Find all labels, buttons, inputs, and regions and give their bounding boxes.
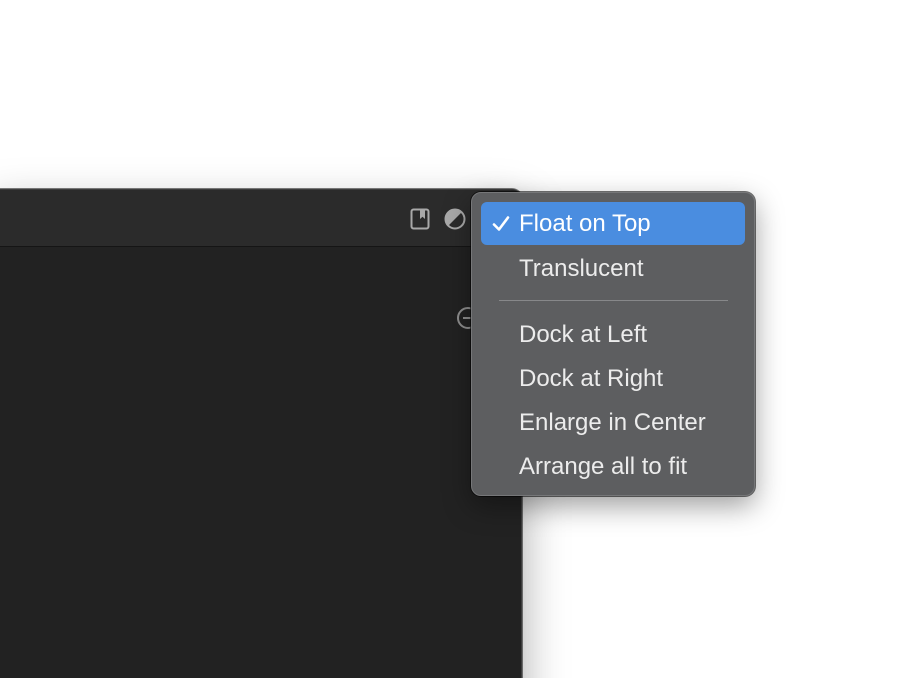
menu-item-label: Dock at Left — [519, 321, 648, 348]
menu-item-dock-left[interactable]: Dock at Left — [481, 313, 745, 356]
menu-item-label: Enlarge in Center — [519, 409, 706, 436]
menu-item-enlarge-center[interactable]: Enlarge in Center — [481, 401, 745, 444]
menu-separator — [499, 300, 728, 301]
window-options-menu: Float on Top Translucent Dock at Left Do… — [471, 192, 755, 496]
window-content — [0, 247, 521, 678]
app-window — [0, 189, 522, 678]
screen: Float on Top Translucent Dock at Left Do… — [0, 0, 898, 678]
menu-item-label: Float on Top — [519, 210, 651, 237]
menu-item-float-on-top[interactable]: Float on Top — [481, 202, 745, 245]
menu-item-arrange-all[interactable]: Arrange all to fit — [481, 445, 745, 488]
menu-item-label: Arrange all to fit — [519, 453, 688, 480]
menu-item-label: Dock at Right — [519, 365, 664, 392]
contrast-icon[interactable] — [444, 208, 466, 230]
bookmark-icon[interactable] — [409, 208, 431, 230]
window-titlebar — [0, 190, 521, 247]
checkmark-icon — [489, 202, 513, 245]
menu-item-label: Translucent — [519, 255, 644, 282]
menu-item-translucent[interactable]: Translucent — [481, 247, 745, 290]
menu-item-dock-right[interactable]: Dock at Right — [481, 357, 745, 400]
